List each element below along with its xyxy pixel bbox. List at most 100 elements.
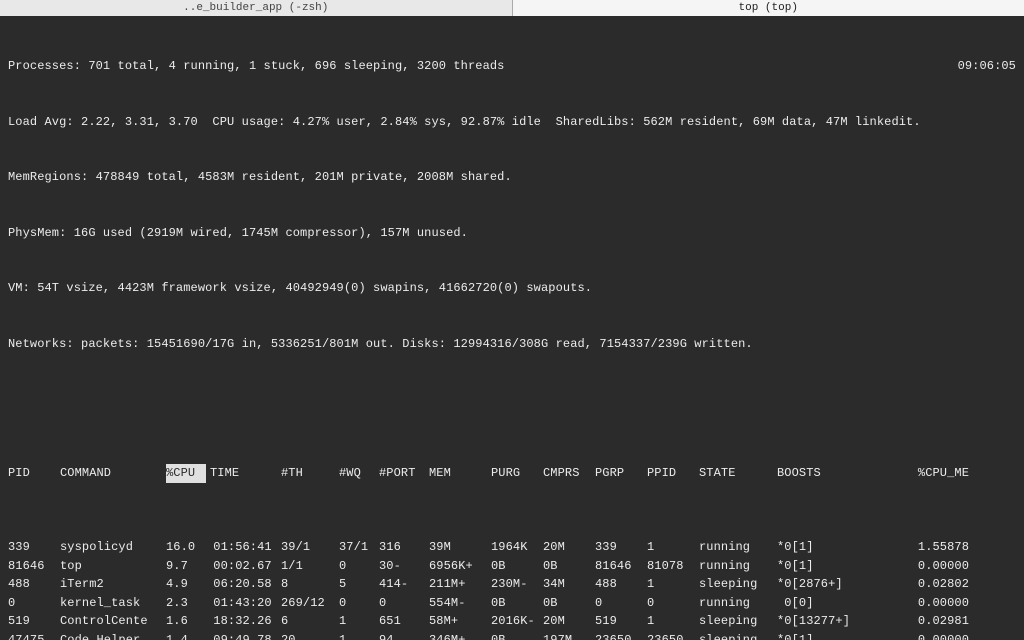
cell-cmprs: 197M [543, 631, 595, 640]
process-row: 488iTerm24.9 06:20.5885414-211M+230M-34M… [8, 575, 1016, 594]
cell-port: 30- [379, 557, 429, 576]
cell-mem: 346M+ [429, 631, 491, 640]
cell-boosts: 0[0] [777, 594, 899, 613]
col-th: #TH [281, 464, 339, 483]
cell-ppid: 1 [647, 538, 699, 557]
cell-cpume: 0.02802 [899, 575, 969, 594]
cell-mem: 554M- [429, 594, 491, 613]
summary-physmem: PhysMem: 16G used (2919M wired, 1745M co… [8, 224, 1016, 243]
cell-mem: 58M+ [429, 612, 491, 631]
col-time: TIME [206, 464, 281, 483]
process-row: 519ControlCente1.6 18:32.266165158M+2016… [8, 612, 1016, 631]
col-command: COMMAND [60, 464, 166, 483]
cell-boosts: *0[1] [777, 557, 899, 576]
col-pid: PID [8, 464, 60, 483]
cell-boosts: *0[1] [777, 538, 899, 557]
cell-state: running [699, 557, 777, 576]
cell-pid: 81646 [8, 557, 60, 576]
cell-pid: 47475 [8, 631, 60, 640]
cell-pgrp: 0 [595, 594, 647, 613]
col-cmprs: CMPRS [543, 464, 595, 483]
cell-cmprs: 20M [543, 538, 595, 557]
cell-th: 1/1 [281, 557, 339, 576]
cell-boosts: *0[1] [777, 631, 899, 640]
process-row: 339syspolicyd16.0 01:56:4139/137/131639M… [8, 538, 1016, 557]
column-headers: PID COMMAND %CPU TIME #TH #WQ #PORT MEM … [8, 464, 1016, 483]
cell-cmprs: 0B [543, 557, 595, 576]
cell-pgrp: 519 [595, 612, 647, 631]
cell-cpu: 1.4 [166, 631, 206, 640]
cell-purg: 0B [491, 557, 543, 576]
summary-vm: VM: 54T vsize, 4423M framework vsize, 40… [8, 279, 1016, 298]
cell-cpu: 2.3 [166, 594, 206, 613]
cell-cpume: 0.02981 [899, 612, 969, 631]
cell-th: 20 [281, 631, 339, 640]
cell-ppid: 0 [647, 594, 699, 613]
col-mem: MEM [429, 464, 491, 483]
cell-th: 8 [281, 575, 339, 594]
cell-time: 01:56:41 [206, 538, 281, 557]
cell-mem: 6956K+ [429, 557, 491, 576]
cell-ppid: 1 [647, 612, 699, 631]
cell-state: sleeping [699, 575, 777, 594]
cell-cpu: 16.0 [166, 538, 206, 557]
cell-purg: 0B [491, 631, 543, 640]
cell-state: running [699, 594, 777, 613]
cell-th: 6 [281, 612, 339, 631]
cell-port: 94 [379, 631, 429, 640]
cell-cmprs: 0B [543, 594, 595, 613]
cell-pgrp: 339 [595, 538, 647, 557]
cell-th: 269/12 [281, 594, 339, 613]
cell-pid: 519 [8, 612, 60, 631]
cell-cpume: 1.55878 [899, 538, 969, 557]
tab-top[interactable]: top (top) [513, 0, 1024, 16]
cell-purg: 230M- [491, 575, 543, 594]
col-wq: #WQ [339, 464, 379, 483]
cell-ppid: 23650 [647, 631, 699, 640]
cell-cpume: 0.00000 [899, 594, 969, 613]
cell-port: 316 [379, 538, 429, 557]
cell-wq: 5 [339, 575, 379, 594]
cell-mem: 211M+ [429, 575, 491, 594]
cell-pid: 488 [8, 575, 60, 594]
cell-cpu: 9.7 [166, 557, 206, 576]
cell-time: 01:43:20 [206, 594, 281, 613]
cell-cpu: 1.6 [166, 612, 206, 631]
cell-wq: 1 [339, 612, 379, 631]
process-row: 81646top9.7 00:02.671/1030-6956K+0B0B816… [8, 557, 1016, 576]
cell-cmprs: 34M [543, 575, 595, 594]
cell-pgrp: 81646 [595, 557, 647, 576]
process-row: 0kernel_task2.3 01:43:20269/1200554M-0B0… [8, 594, 1016, 613]
col-state: STATE [699, 464, 777, 483]
cell-pgrp: 488 [595, 575, 647, 594]
col-pgrp: PGRP [595, 464, 647, 483]
cell-th: 39/1 [281, 538, 339, 557]
cell-cmprs: 20M [543, 612, 595, 631]
cell-command: iTerm2 [60, 575, 166, 594]
cell-wq: 1 [339, 631, 379, 640]
cell-purg: 2016K- [491, 612, 543, 631]
cell-purg: 1964K [491, 538, 543, 557]
tab-zsh[interactable]: ..e_builder_app (-zsh) [0, 0, 513, 16]
process-row: 47475Code Helper1.4 09:49.7820194346M+0B… [8, 631, 1016, 640]
col-ppid: PPID [647, 464, 699, 483]
cell-port: 414- [379, 575, 429, 594]
cell-command: kernel_task [60, 594, 166, 613]
cell-ppid: 81078 [647, 557, 699, 576]
summary-networks: Networks: packets: 15451690/17G in, 5336… [8, 335, 1016, 354]
cell-pid: 339 [8, 538, 60, 557]
cell-cpu: 4.9 [166, 575, 206, 594]
cell-command: syspolicyd [60, 538, 166, 557]
col-port: #PORT [379, 464, 429, 483]
cell-mem: 39M [429, 538, 491, 557]
cell-boosts: *0[2876+] [777, 575, 899, 594]
cell-time: 09:49.78 [206, 631, 281, 640]
cell-command: top [60, 557, 166, 576]
col-purg: PURG [491, 464, 543, 483]
cell-boosts: *0[13277+] [777, 612, 899, 631]
terminal-tabs: ..e_builder_app (-zsh) top (top) [0, 0, 1024, 16]
cell-pid: 0 [8, 594, 60, 613]
cell-command: Code Helper [60, 631, 166, 640]
cell-wq: 0 [339, 594, 379, 613]
cell-state: sleeping [699, 612, 777, 631]
